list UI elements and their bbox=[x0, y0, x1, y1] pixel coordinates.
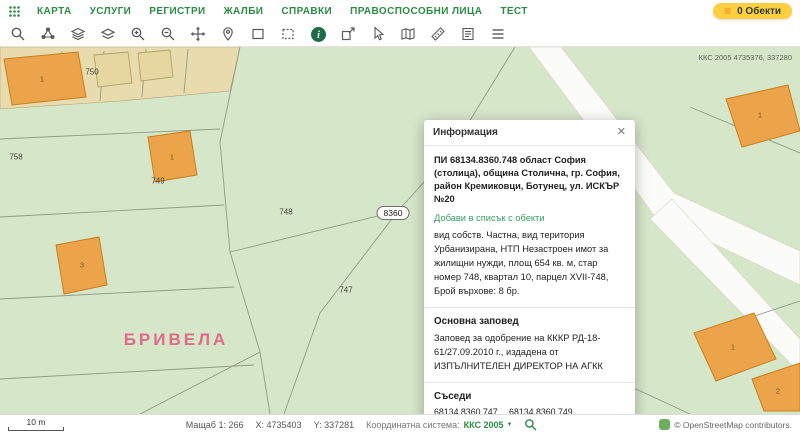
info-panel: Информация ✕ ПИ 68134.8360.748 област Со… bbox=[424, 120, 635, 414]
objects-button-label: 0 Обекти bbox=[737, 6, 781, 17]
info-panel-title: Информация bbox=[433, 127, 498, 138]
info-tool[interactable]: i bbox=[306, 24, 330, 45]
info-panel-body: ПИ 68134.8360.748 област София (столица)… bbox=[424, 146, 635, 414]
y-coordinate-readout: Y: 337281 bbox=[314, 420, 355, 430]
attribution-text[interactable]: © OpenStreetMap contributors. bbox=[674, 420, 792, 430]
scale-bar: 10 m bbox=[8, 418, 64, 431]
nav-item-2[interactable]: РЕГИСТРИ bbox=[149, 6, 205, 17]
basemap-graphics bbox=[0, 47, 800, 414]
close-icon[interactable]: ✕ bbox=[617, 127, 626, 138]
scale-bar-line bbox=[8, 427, 64, 431]
move-geometry-tool[interactable] bbox=[336, 24, 360, 45]
document-tool[interactable] bbox=[456, 24, 480, 45]
objects-button[interactable]: ≡ 0 Обекти bbox=[713, 3, 792, 19]
info-panel-header: Информация ✕ bbox=[424, 120, 635, 146]
status-readouts: Мащаб 1: 266 X: 4735403 Y: 337281 Коорди… bbox=[186, 418, 538, 431]
status-bar: 10 m Мащаб 1: 266 X: 4735403 Y: 337281 К… bbox=[0, 414, 800, 434]
map-attribution: © OpenStreetMap contributors. bbox=[659, 419, 792, 430]
order-text: Заповед за одобрение на КККР РД-18-61/27… bbox=[434, 332, 625, 374]
hamburger-icon: ≡ bbox=[724, 5, 731, 17]
scale-bar-label: 10 m bbox=[27, 418, 46, 427]
osm-logo-icon bbox=[659, 419, 670, 430]
neighbors-section-title: Съседи bbox=[434, 391, 625, 402]
crs-label: Координатна система: bbox=[366, 420, 459, 430]
snap-tool[interactable] bbox=[36, 24, 60, 45]
select-area-tool[interactable] bbox=[276, 24, 300, 45]
x-coordinate-readout: X: 4735403 bbox=[255, 420, 301, 430]
neighbor-parcel-link[interactable]: 68134.8360.749, bbox=[509, 407, 575, 414]
neighbor-parcel-link[interactable]: 68134.8360.747, bbox=[434, 407, 500, 414]
crs-control: Координатна система: ККС 2005 ▼ bbox=[366, 420, 512, 430]
parcel-details: вид собств. Частна, вид територия Урбани… bbox=[434, 229, 625, 299]
section-divider bbox=[424, 307, 635, 308]
zoom-out-tool[interactable] bbox=[156, 24, 180, 45]
nav-item-0[interactable]: КАРТА bbox=[37, 6, 72, 17]
svg-text:i: i bbox=[317, 30, 320, 41]
map-toolbar: i bbox=[0, 22, 800, 47]
app-grid-icon[interactable] bbox=[8, 5, 21, 18]
map-canvas[interactable]: 7507587497487471131128360БРИВЕЛА ККС 200… bbox=[0, 47, 800, 414]
nav-item-6[interactable]: ТЕСТ bbox=[500, 6, 527, 17]
pointer-tool[interactable] bbox=[366, 24, 390, 45]
search-tool[interactable] bbox=[6, 24, 30, 45]
map-tool[interactable] bbox=[396, 24, 420, 45]
crs-select[interactable]: ККС 2005 ▼ bbox=[464, 420, 513, 430]
toolbar-menu-tool[interactable] bbox=[486, 24, 510, 45]
main-nav: КАРТА УСЛУГИ РЕГИСТРИ ЖАЛБИ СПРАВКИ ПРАВОСПОС… bbox=[37, 6, 528, 17]
section-divider bbox=[424, 382, 635, 383]
nav-item-1[interactable]: УСЛУГИ bbox=[90, 6, 132, 17]
basemaps-tool[interactable] bbox=[96, 24, 120, 45]
map-scale-readout: Мащаб 1: 266 bbox=[186, 420, 244, 430]
neighbors-list: 68134.8360.747,68134.8360.749,68134.8360… bbox=[434, 407, 625, 414]
top-navigation: КАРТА УСЛУГИ РЕГИСТРИ ЖАЛБИ СПРАВКИ ПРАВОСПОС… bbox=[0, 0, 800, 22]
draw-rectangle-tool[interactable] bbox=[246, 24, 270, 45]
zoom-in-tool[interactable] bbox=[126, 24, 150, 45]
nav-item-4[interactable]: СПРАВКИ bbox=[281, 6, 332, 17]
measure-tool[interactable] bbox=[426, 24, 450, 45]
layers-tool[interactable] bbox=[66, 24, 90, 45]
chevron-down-icon: ▼ bbox=[507, 422, 513, 428]
order-section-title: Основна заповед bbox=[434, 316, 625, 327]
marker-tool[interactable] bbox=[216, 24, 240, 45]
map-coordinates-readout: ККС 2005 4735376, 337280 bbox=[699, 53, 792, 62]
pan-tool[interactable] bbox=[186, 24, 210, 45]
nav-item-3[interactable]: ЖАЛБИ bbox=[224, 6, 264, 17]
parcel-address: ПИ 68134.8360.748 област София (столица)… bbox=[434, 154, 625, 206]
nav-item-5[interactable]: ПРАВОСПОСОБНИ ЛИЦА bbox=[350, 6, 482, 17]
coordinate-search-button[interactable] bbox=[524, 418, 537, 431]
add-to-objects-link[interactable]: Добави в списък с обекти bbox=[434, 213, 625, 223]
